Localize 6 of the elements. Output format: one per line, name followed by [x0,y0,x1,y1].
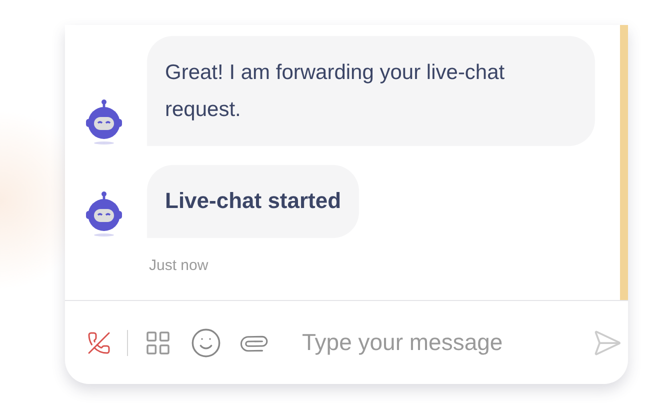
scrollbar[interactable] [620,25,628,300]
status-message: Live-chat started [147,165,360,238]
robot-avatar-icon [85,190,123,238]
robot-avatar-icon [85,98,123,146]
message-timestamp: Just now [149,257,210,274]
chat-message: Great! I am forwarding your live-chat request. [147,36,595,146]
